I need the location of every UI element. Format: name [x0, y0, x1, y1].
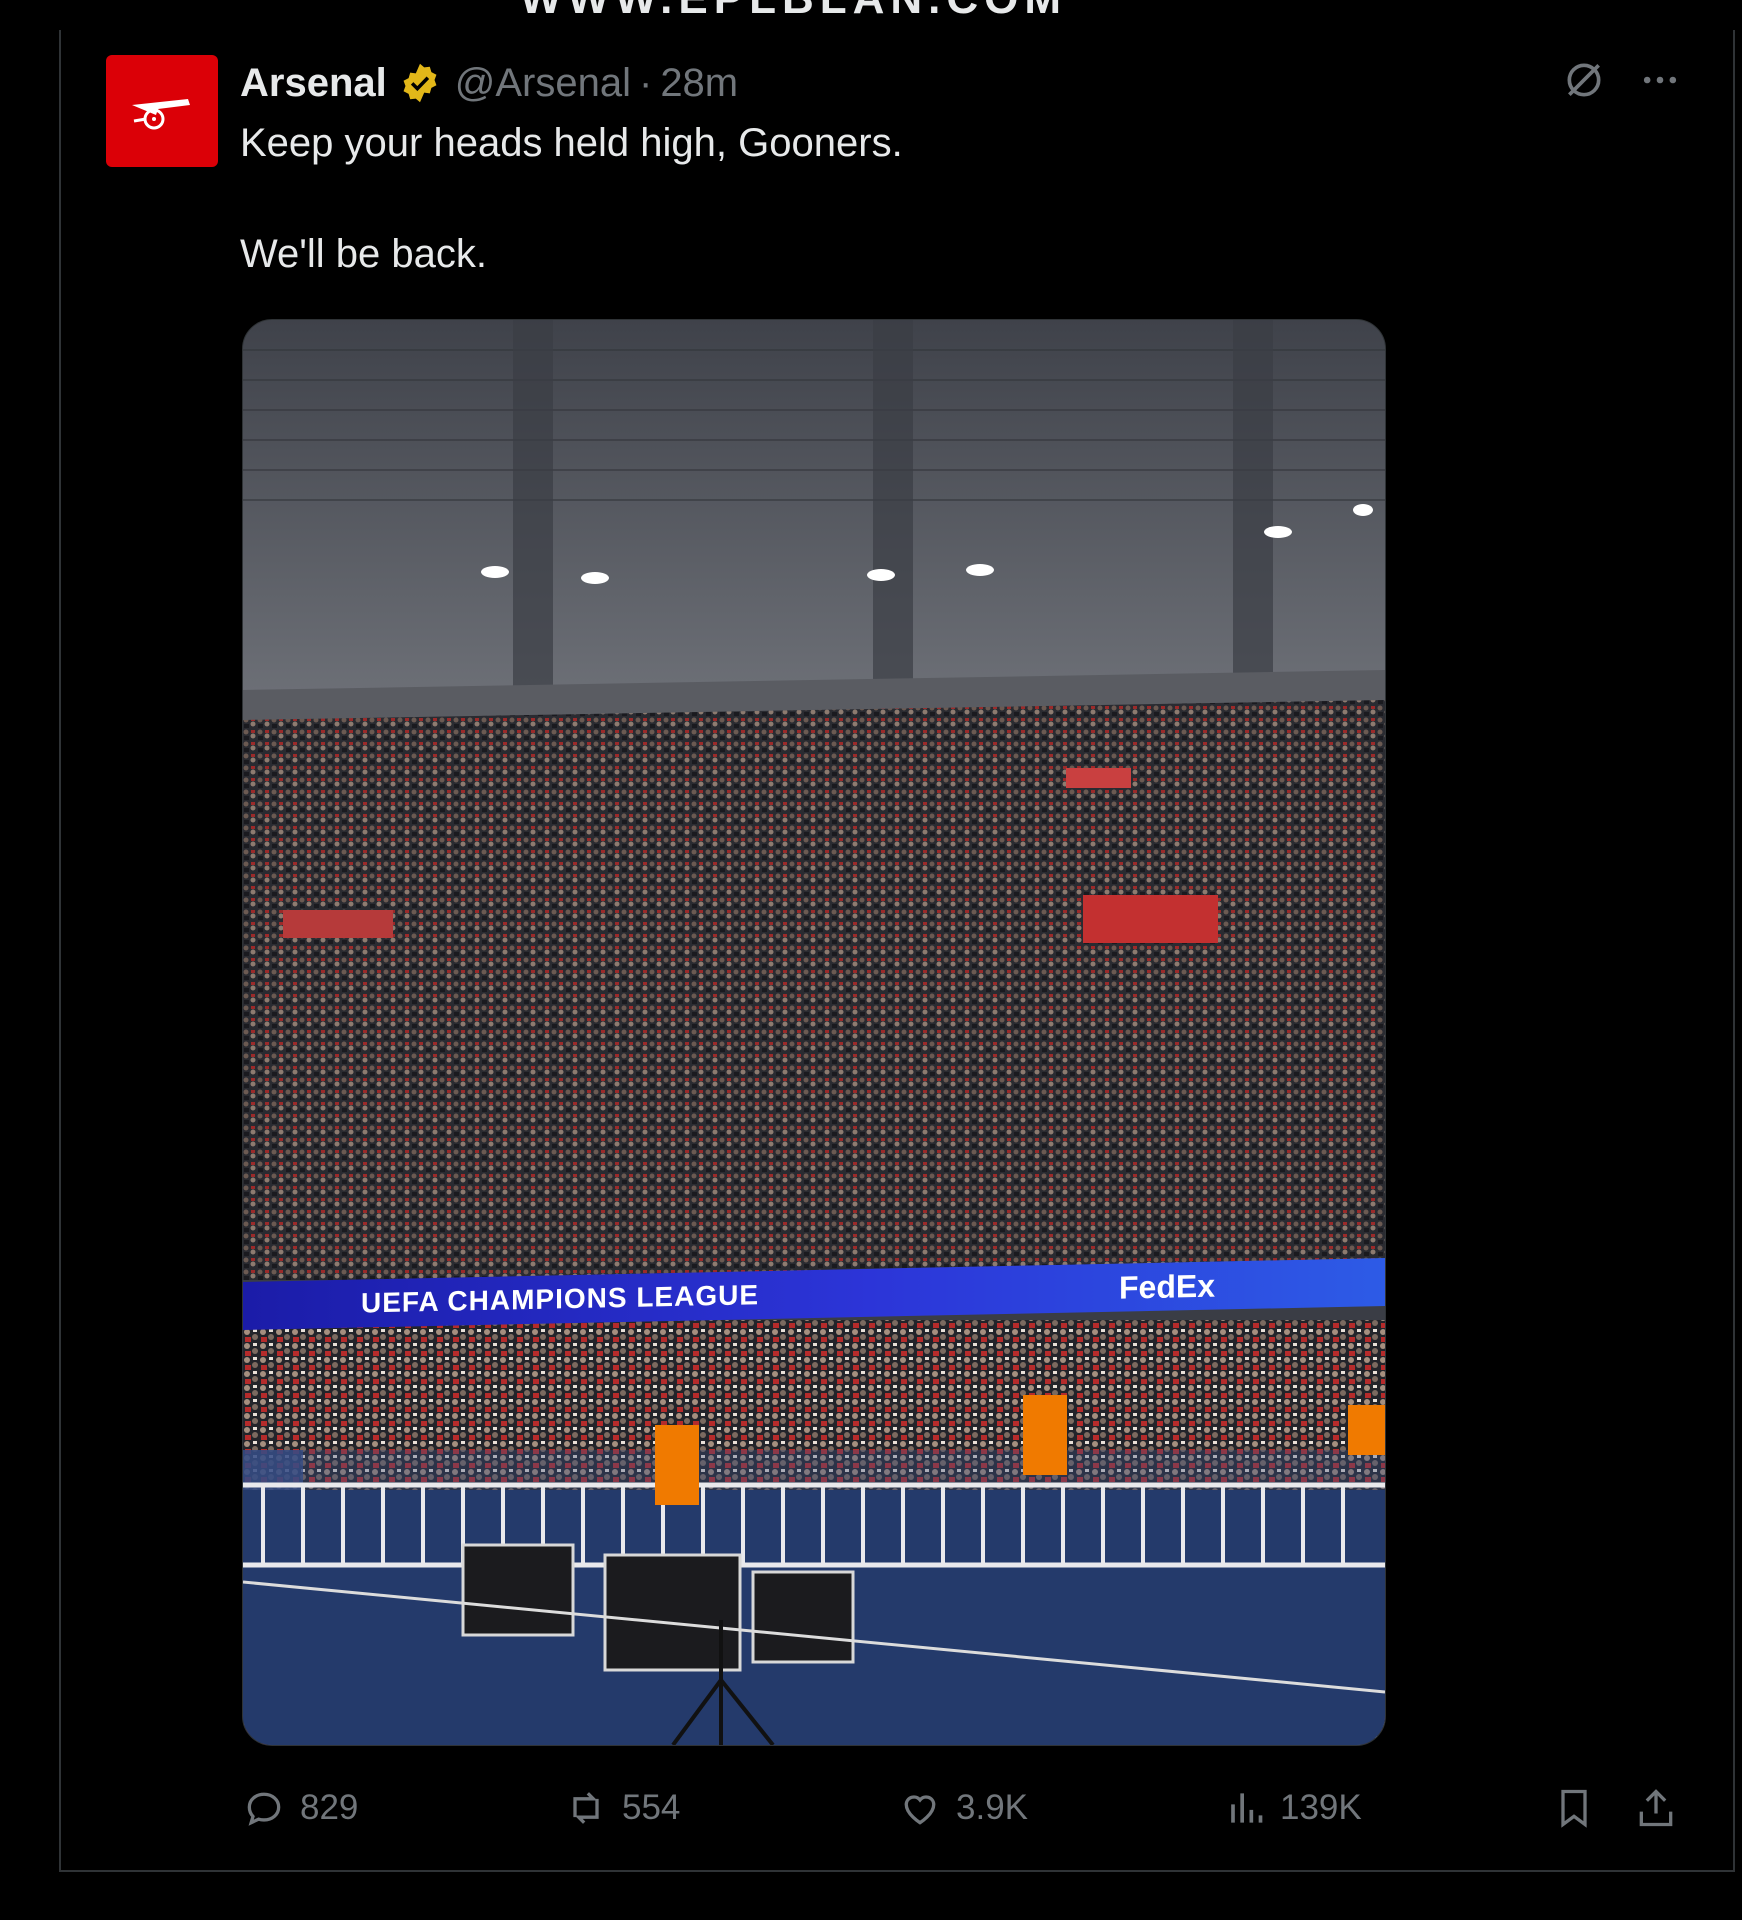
avatar[interactable] — [106, 55, 218, 167]
tweet-top-actions — [1562, 58, 1682, 102]
share-icon — [1639, 1789, 1673, 1827]
repost-button[interactable]: 554 — [564, 1786, 680, 1830]
repost-count: 554 — [622, 1788, 681, 1827]
like-icon — [904, 1795, 936, 1825]
stadium-scene-image — [243, 320, 1385, 1745]
repost-icon — [573, 1792, 599, 1824]
timestamp[interactable]: 28m — [660, 61, 738, 106]
reply-icon — [247, 1792, 281, 1826]
tweet-text: Keep your heads held high, Gooners. We'l… — [240, 118, 1440, 340]
verified-badge-icon — [403, 63, 437, 103]
reply-count: 829 — [300, 1788, 359, 1827]
tweet-action-bar: 829 554 3.9K 139K — [242, 1782, 1682, 1838]
header-separator: · — [638, 60, 653, 105]
view-count: 139K — [1280, 1788, 1362, 1827]
tweet-text-line: Keep your heads held high, Gooners. — [240, 121, 903, 165]
author-handle[interactable]: @Arsenal — [455, 61, 631, 106]
like-button[interactable]: 3.9K — [898, 1786, 1028, 1830]
tweet-text-line: We'll be back. — [240, 232, 488, 276]
views-button[interactable]: 139K — [1222, 1786, 1362, 1830]
grok-icon[interactable] — [1562, 58, 1606, 102]
like-count: 3.9K — [956, 1788, 1028, 1827]
bookmark-button[interactable] — [1552, 1786, 1610, 1830]
cannon-logo-icon — [132, 99, 190, 130]
tweet-video[interactable]: UEFA CHAMPIONS LEAGUE FedEx — [242, 319, 1386, 1746]
tweet-header: Arsenal @Arsenal · 28m — [240, 58, 738, 108]
author-name[interactable]: Arsenal — [240, 61, 387, 106]
cropped-top-text: WWW.EPLBLAN.COM — [520, 0, 1210, 34]
ucl-board-text: UEFA CHAMPIONS LEAGUE — [361, 1279, 759, 1319]
sponsor-board-text: FedEx — [1119, 1267, 1216, 1306]
bookmark-icon — [1561, 1789, 1587, 1828]
share-button[interactable] — [1634, 1786, 1692, 1830]
reply-button[interactable]: 829 — [242, 1786, 358, 1830]
more-icon[interactable] — [1638, 58, 1682, 102]
views-icon — [1231, 1793, 1263, 1823]
